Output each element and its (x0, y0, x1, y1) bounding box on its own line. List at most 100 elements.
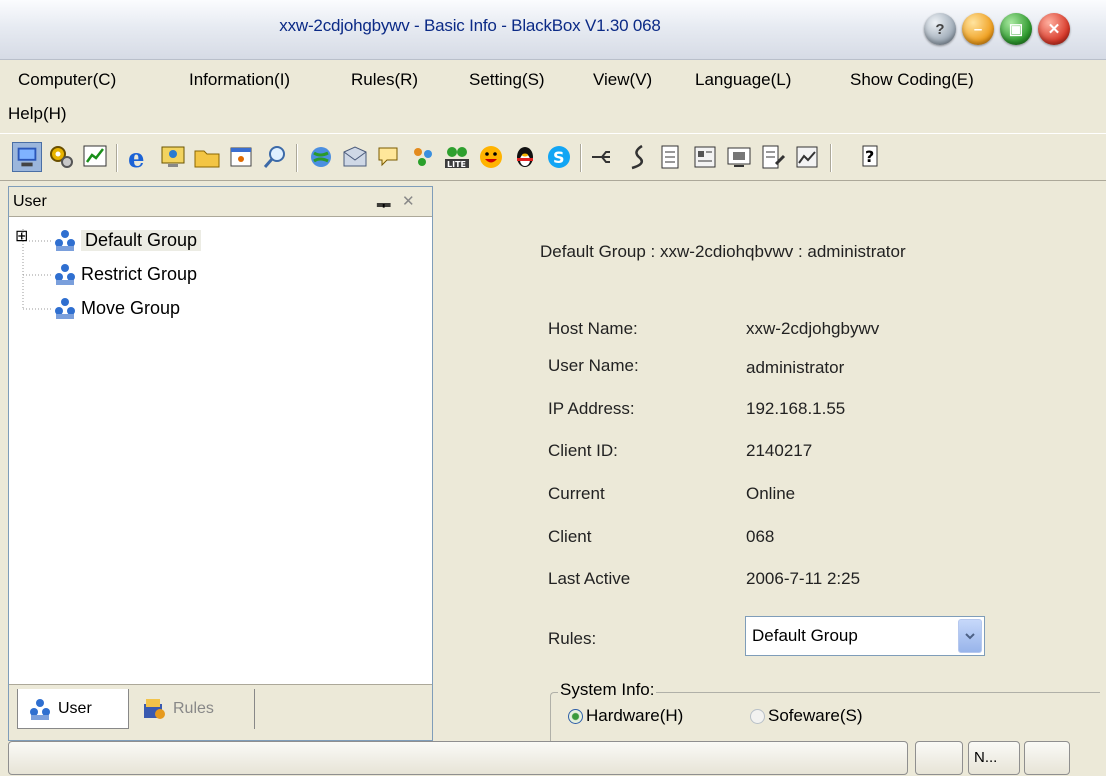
group-icon (55, 298, 75, 319)
chevron-down-icon (965, 633, 975, 640)
radio-unselected-icon (750, 708, 765, 724)
tree-item-restrict-group[interactable]: Restrict Group (53, 259, 197, 289)
toolbar: e LITE S ? (0, 133, 1106, 181)
contacts-icon[interactable] (408, 142, 438, 172)
network-globe-icon[interactable] (306, 142, 336, 172)
menu-show-coding[interactable]: Show Coding(E) (850, 70, 974, 90)
menu-information[interactable]: Information(I) (189, 70, 290, 90)
last-active-label: Last Active (548, 569, 631, 588)
menu-view[interactable]: View(V) (593, 70, 652, 90)
svg-text:S: S (553, 148, 565, 167)
window-icon[interactable] (226, 142, 256, 172)
status-panel-3: N... (968, 741, 1020, 775)
software-radio-label: Sofeware(S) (768, 706, 863, 725)
panel-header: User ᆍ ✕ (9, 187, 432, 217)
mail-icon[interactable] (340, 142, 370, 172)
folder-icon[interactable] (192, 142, 222, 172)
tab-rules[interactable]: Rules (135, 689, 255, 729)
qq-penguin-icon[interactable] (510, 142, 540, 172)
svg-text:LITE: LITE (447, 160, 466, 169)
pin-icon[interactable]: ᆍ (376, 192, 391, 216)
image-icon[interactable] (792, 142, 822, 172)
host-name-value: xxw-2cdjohgbywv (746, 319, 880, 338)
menu-setting[interactable]: Setting(S) (469, 70, 545, 90)
panel-tabs: User Rules (9, 684, 432, 740)
tree-item-label: Default Group (81, 229, 202, 251)
tree-item-label: Move Group (81, 297, 181, 318)
status-panel-4 (1024, 741, 1070, 775)
group-icon (55, 264, 75, 285)
svg-text:?: ? (865, 147, 874, 166)
radio-selected-icon (568, 708, 583, 724)
ip-address-value: 192.168.1.55 (746, 399, 846, 418)
close-button[interactable]: ✕ (1038, 13, 1070, 45)
client-id-label: Client ID: (548, 441, 618, 460)
menu-computer[interactable]: Computer(C) (18, 70, 116, 90)
client-value: 068 (746, 527, 775, 546)
minimize-button[interactable]: – (962, 13, 994, 45)
tree-item-move-group[interactable]: Move Group (53, 293, 180, 323)
rules-label: Rules: (548, 629, 597, 648)
detail-heading: Default Group : xxw-2cdiohqbvwv : admini… (540, 242, 906, 261)
chat-icon[interactable] (374, 142, 404, 172)
tree-item-label: Restrict Group (81, 263, 198, 284)
help-button[interactable]: ? (924, 13, 956, 45)
msn-lite-icon[interactable]: LITE (442, 142, 472, 172)
close-icon: ✕ (1047, 21, 1061, 38)
report-icon[interactable] (690, 142, 720, 172)
tab-label: User (58, 699, 92, 717)
current-value: Online (746, 484, 796, 503)
menu-bar: Computer(C) Information(I) Rules(R) Sett… (0, 60, 1106, 130)
menu-language[interactable]: Language(L) (695, 70, 791, 90)
screen-user-icon[interactable] (158, 142, 188, 172)
help-question-icon[interactable]: ? (855, 142, 885, 172)
cable-icon[interactable] (622, 142, 652, 172)
computer-icon[interactable] (12, 142, 42, 172)
client-label: Client (548, 527, 592, 546)
title-bar: xxw-2cdjohgbywv - Basic Info - BlackBox … (0, 0, 1106, 60)
user-name-value: administrator (746, 358, 845, 377)
rules-select[interactable]: Default Group (745, 616, 985, 656)
expand-icon[interactable]: ⊞ (15, 229, 28, 245)
hardware-radio[interactable]: Hardware(H) (568, 706, 683, 726)
status-bar: N... (0, 741, 1106, 776)
minimize-icon: – (973, 20, 983, 38)
toolbar-separator (580, 144, 582, 172)
rules-icon (144, 699, 165, 719)
document-icon[interactable] (656, 142, 686, 172)
rules-dropdown-button[interactable] (958, 619, 982, 653)
maximize-button[interactable]: ▣ (1000, 13, 1032, 45)
last-active-value: 2006-7-11 2:25 (746, 569, 861, 588)
basic-info-panel: Default Group : xxw-2cdiohqbvwv : admini… (440, 186, 1100, 742)
maximize-icon: ▣ (1008, 21, 1024, 38)
menu-help[interactable]: Help(H) (8, 104, 67, 124)
status-panel-text: N... (974, 749, 998, 766)
monitor-chart-icon[interactable] (80, 142, 110, 172)
panel-title: User (13, 193, 47, 210)
screen-capture-icon[interactable] (724, 142, 754, 172)
user-tree-panel: User ᆍ ✕ ⊞ Default Group Restrict Group … (8, 186, 433, 741)
usb-port-icon[interactable] (588, 142, 618, 172)
search-magnifier-icon[interactable] (260, 142, 290, 172)
window-title: xxw-2cdjohgbywv - Basic Info - BlackBox … (279, 16, 661, 35)
status-panel-main (8, 741, 908, 775)
toolbar-separator (116, 144, 118, 172)
system-info-legend: System Info: (558, 680, 657, 700)
user-name-label: User Name: (548, 356, 639, 375)
skype-icon[interactable]: S (544, 142, 574, 172)
software-radio[interactable]: Sofeware(S) (750, 706, 862, 726)
host-name-label: Host Name: (548, 319, 638, 338)
panel-close-icon[interactable]: ✕ (402, 192, 415, 210)
tab-user[interactable]: User (17, 689, 129, 729)
smiley-icon[interactable] (476, 142, 506, 172)
user-group-icon (30, 698, 50, 720)
edit-note-icon[interactable] (758, 142, 788, 172)
current-label: Current (548, 484, 605, 503)
tree-item-default-group[interactable]: Default Group (53, 225, 202, 255)
ip-address-label: IP Address: (548, 399, 635, 418)
menu-rules[interactable]: Rules(R) (351, 70, 418, 90)
rules-select-value: Default Group (752, 626, 858, 645)
hardware-radio-label: Hardware(H) (586, 706, 684, 725)
settings-gear-icon[interactable] (46, 142, 76, 172)
internet-explorer-icon[interactable]: e (124, 142, 154, 172)
